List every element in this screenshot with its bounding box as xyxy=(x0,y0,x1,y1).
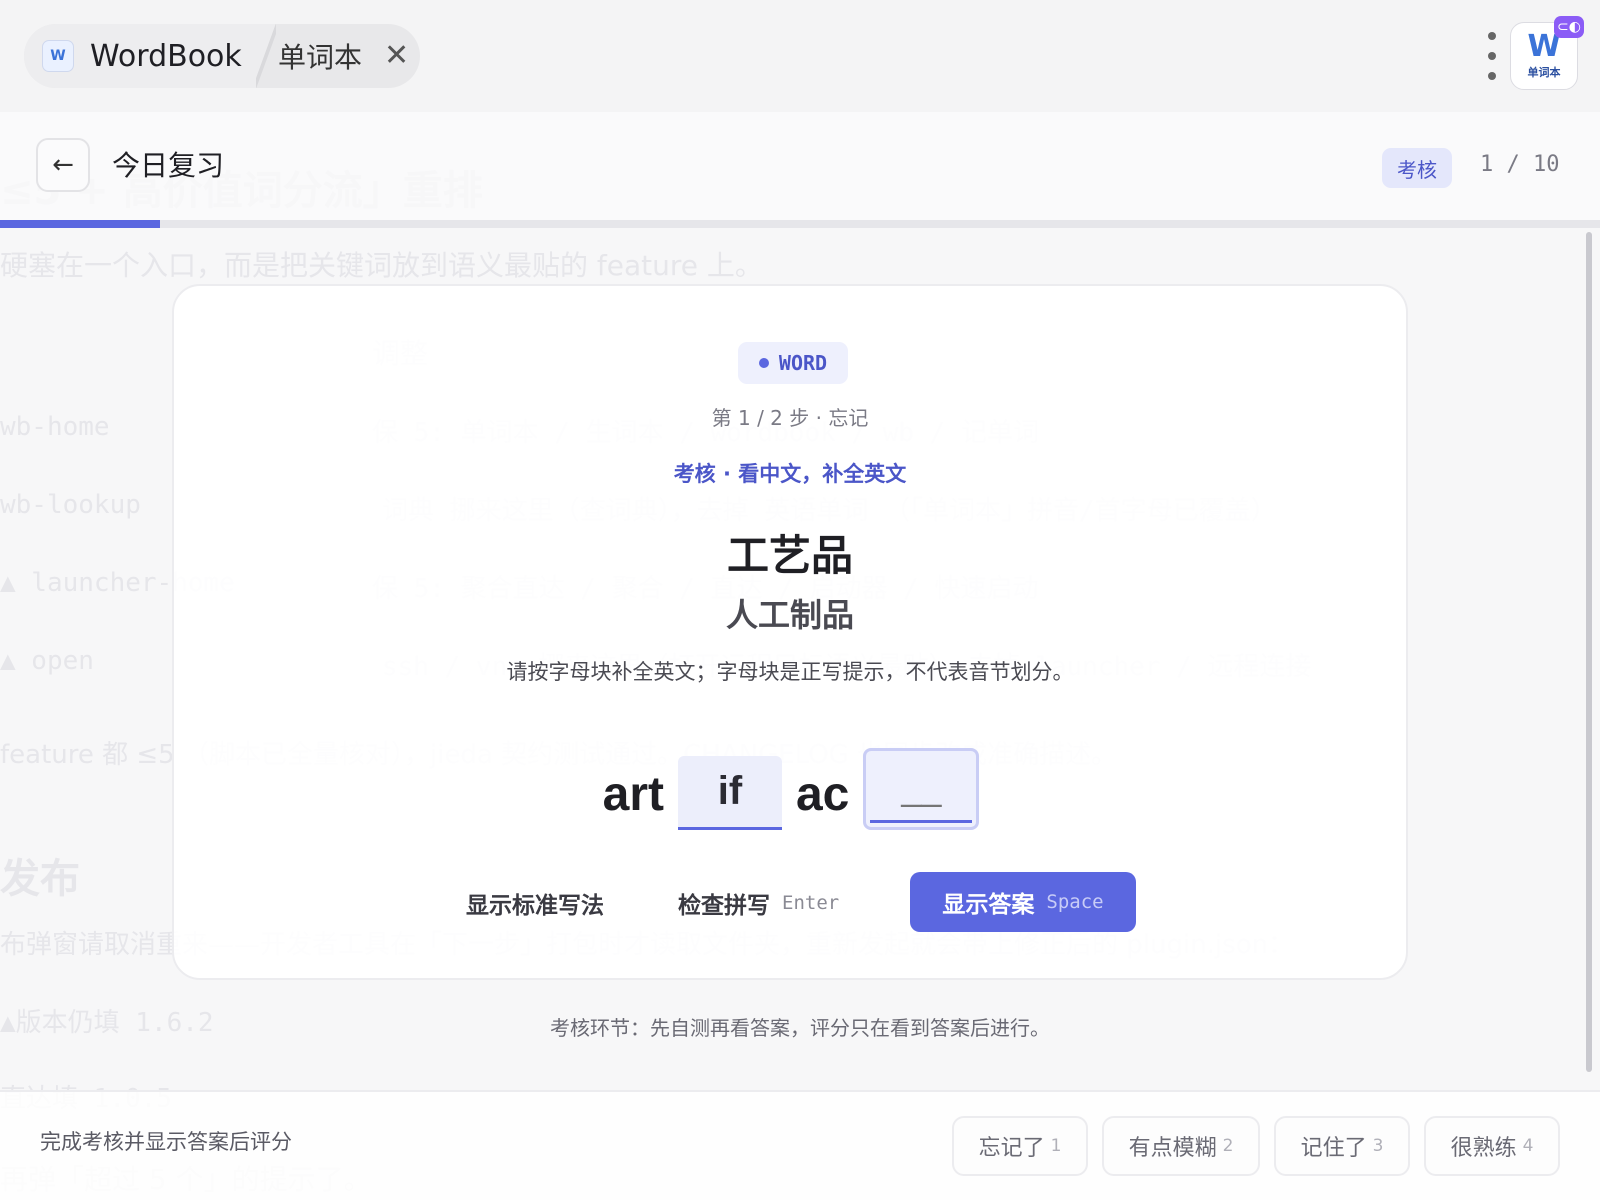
review-card: WORD 第 1 / 2 步 · 忘记 考核 · 看中文，补全英文 工艺品 人工… xyxy=(172,284,1408,980)
dot-icon xyxy=(758,358,769,368)
bg-line: wb-home xyxy=(0,412,110,442)
chinese-alt-meaning: 人工制品 xyxy=(725,596,854,634)
shortcut-key: Enter xyxy=(782,892,840,914)
show-standard-button[interactable]: 显示标准写法 xyxy=(466,872,604,934)
tab-subtitle: 单词本 xyxy=(278,41,363,74)
rate-label: 很熟练 xyxy=(1450,1136,1517,1161)
kebab-menu-icon[interactable] xyxy=(1484,32,1500,80)
review-header: ← 今日复习 考核 1 / 10 xyxy=(0,112,1600,220)
bg-line: ▲ open xyxy=(0,646,94,676)
page-title: 今日复习 xyxy=(112,149,225,182)
rate-fuzzy-button[interactable]: 有点模糊 2 xyxy=(1102,1116,1260,1176)
mode-badge: 考核 xyxy=(1382,148,1452,188)
tab-wordbook[interactable]: W WordBook xyxy=(24,24,264,88)
shortcut-key: 1 xyxy=(1050,1136,1062,1156)
tab-strip: W WordBook 单词本 ✕ xyxy=(24,24,420,88)
back-button[interactable]: ← xyxy=(36,138,90,192)
tab-separator xyxy=(256,24,276,88)
chunk-input[interactable] xyxy=(870,755,973,823)
rating-bar: 完成考核并显示答案后评分 忘记了 1 有点模糊 2 记住了 3 很熟练 4 xyxy=(0,1090,1600,1200)
letter-chunk: ac xyxy=(795,768,850,821)
title-bar: W WordBook 单词本 ✕ W 单词本 ⊂◐ xyxy=(0,0,1600,112)
spelling-hint: 请按字母块补全英文；字母块是正写提示，不代表音节划分。 xyxy=(506,660,1074,684)
bg-heading: 发布 xyxy=(0,856,80,902)
check-spelling-button[interactable]: 检查拼写 Enter xyxy=(678,872,839,934)
step-indicator: 第 1 / 2 步 · 忘记 xyxy=(711,406,869,430)
rate-remembered-button[interactable]: 记住了 3 xyxy=(1274,1116,1410,1176)
bg-line: 硬塞在一个入口，而是把关键词放到语义最贴的 feature 上。 xyxy=(0,249,763,282)
shortcut-key: Space xyxy=(1046,891,1104,913)
shortcut-key: 2 xyxy=(1222,1136,1234,1156)
check-spelling-label: 检查拼写 xyxy=(678,893,770,919)
show-standard-label: 显示标准写法 xyxy=(466,893,604,919)
shortcut-key: 4 xyxy=(1522,1136,1534,1156)
app-title: WordBook xyxy=(90,38,242,74)
filled-chunk[interactable]: if xyxy=(677,756,782,830)
progress-counter: 1 / 10 xyxy=(1480,152,1560,177)
letter-chunk: art xyxy=(602,768,664,821)
close-icon[interactable]: ✕ xyxy=(384,41,409,71)
word-type-badge: WORD xyxy=(738,342,848,384)
rate-proficient-button[interactable]: 很熟练 4 xyxy=(1424,1116,1560,1176)
show-answer-label: 显示答案 xyxy=(942,892,1035,918)
app-icon-label: 单词本 xyxy=(1527,66,1561,79)
chinese-word: 工艺品 xyxy=(726,531,853,580)
card-actions: 显示标准写法 检查拼写 Enter 显示答案 Space xyxy=(174,872,1406,934)
chunk-input-box[interactable] xyxy=(863,748,980,830)
rate-label: 记住了 xyxy=(1300,1136,1367,1161)
tab-subtitle-area: 单词本 ✕ xyxy=(278,24,409,88)
shortcut-key: 3 xyxy=(1372,1136,1384,1156)
rate-label: 有点模糊 xyxy=(1128,1136,1217,1161)
rate-forgot-button[interactable]: 忘记了 1 xyxy=(952,1116,1088,1176)
arrow-left-icon: ← xyxy=(52,150,74,180)
plugin-icon[interactable]: ⊂◐ xyxy=(1554,16,1584,38)
progress-bar-fill xyxy=(0,220,160,228)
review-footnote: 考核环节：先自测再看答案，评分只在看到答案后进行。 xyxy=(550,1016,1050,1040)
app-icon: W xyxy=(42,40,74,72)
scrollbar[interactable] xyxy=(1584,232,1594,1072)
spelling-chunks: art if ac xyxy=(174,748,1406,830)
mode-description: 考核 · 看中文，补全英文 xyxy=(673,462,907,486)
scrollbar-thumb[interactable] xyxy=(1586,232,1592,1072)
show-answer-button[interactable]: 显示答案 Space xyxy=(910,872,1136,932)
progress-bar xyxy=(0,220,1600,228)
app-icon-letter: W xyxy=(1527,29,1561,64)
rate-label: 忘记了 xyxy=(978,1136,1045,1161)
bg-line: wb-lookup xyxy=(0,490,141,520)
word-type-label: WORD xyxy=(778,351,828,375)
rating-hint: 完成考核并显示答案后评分 xyxy=(40,1130,292,1154)
